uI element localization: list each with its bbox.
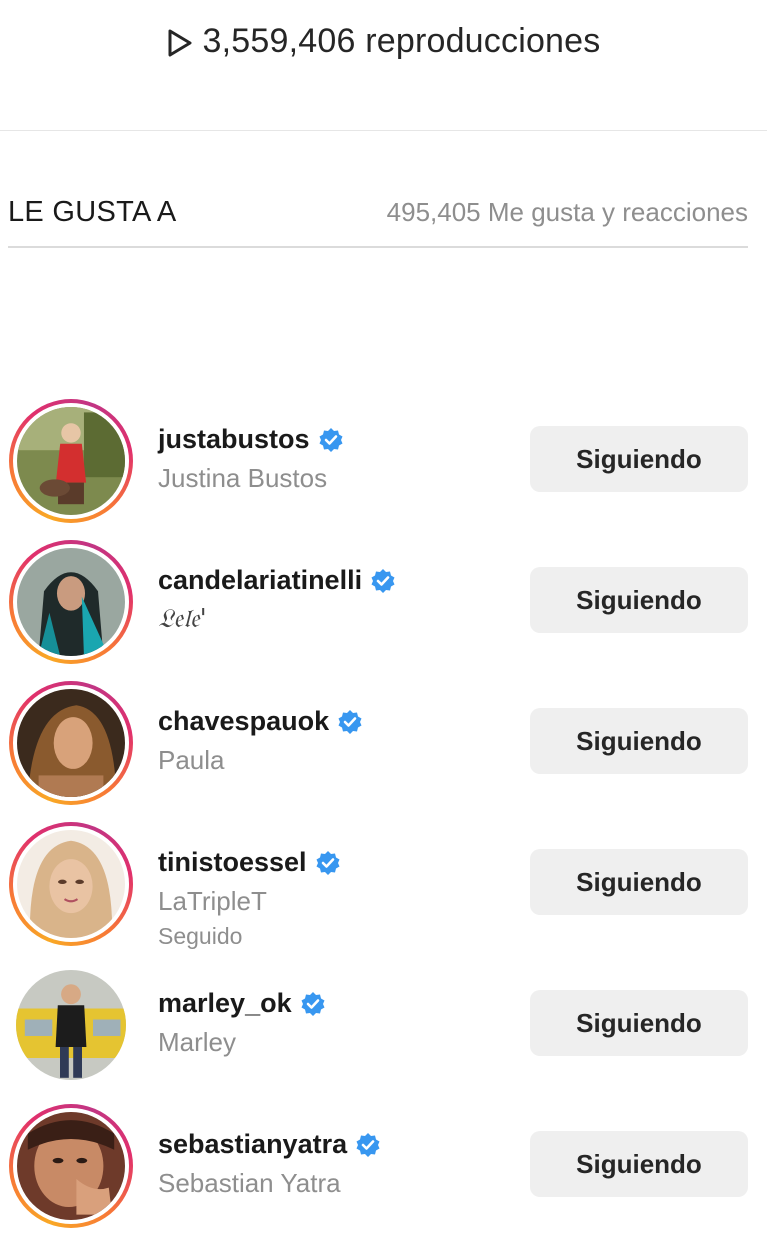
list-item[interactable]: chavespauok Paula Siguiendo bbox=[0, 678, 767, 819]
verified-badge-icon bbox=[319, 427, 343, 452]
list-item[interactable]: tinistoessel LaTripleT Seguido Siguiendo bbox=[0, 819, 767, 960]
avatar bbox=[17, 1112, 125, 1220]
full-name: Justina Bustos bbox=[158, 463, 328, 493]
story-ring[interactable] bbox=[9, 681, 133, 805]
story-ring[interactable] bbox=[9, 822, 133, 946]
likers-list: justabustos Justina Bustos Siguiendo can… bbox=[0, 396, 767, 1242]
divider bbox=[0, 130, 767, 131]
likes-header: LE GUSTA A 495,405 Me gusta y reacciones bbox=[8, 196, 748, 229]
following-button[interactable]: Siguiendo bbox=[530, 849, 748, 915]
plays-count: 3,559,406 reproducciones bbox=[0, 22, 767, 61]
avatar bbox=[16, 970, 126, 1080]
avatar bbox=[17, 830, 125, 938]
full-name: Marley bbox=[158, 1027, 237, 1057]
plays-text: 3,559,406 reproducciones bbox=[202, 22, 601, 60]
username[interactable]: chavespauok bbox=[158, 706, 363, 737]
followed-label: Seguido bbox=[158, 923, 243, 949]
following-button[interactable]: Siguiendo bbox=[530, 426, 748, 492]
likes-title: LE GUSTA A bbox=[8, 196, 177, 228]
following-button[interactable]: Siguiendo bbox=[530, 708, 748, 774]
story-ring[interactable] bbox=[9, 399, 133, 523]
play-outline-icon bbox=[168, 29, 191, 56]
avatar-frame[interactable] bbox=[9, 963, 133, 1087]
verified-badge-icon bbox=[316, 850, 340, 875]
avatar bbox=[17, 548, 125, 656]
following-button[interactable]: Siguiendo bbox=[530, 990, 748, 1056]
story-ring[interactable] bbox=[9, 1104, 133, 1228]
full-name: Paula bbox=[158, 745, 225, 775]
list-item[interactable]: marley_ok Marley Siguiendo bbox=[0, 960, 767, 1101]
full-name: Sebastian Yatra bbox=[158, 1168, 341, 1198]
username[interactable]: sebastianyatra bbox=[158, 1129, 381, 1160]
avatar bbox=[17, 407, 125, 515]
following-button[interactable]: Siguiendo bbox=[530, 1131, 748, 1197]
verified-badge-icon bbox=[371, 568, 395, 593]
verified-badge-icon bbox=[301, 991, 325, 1016]
verified-badge-icon bbox=[356, 1132, 380, 1157]
verified-badge-icon bbox=[338, 709, 362, 734]
list-item[interactable]: candelariatinelli 𝔏𝔢𝔩𝔢' Siguiendo bbox=[0, 537, 767, 678]
full-name: LaTripleT bbox=[158, 886, 267, 916]
list-item[interactable]: justabustos Justina Bustos Siguiendo bbox=[0, 396, 767, 537]
full-name: 𝔏𝔢𝔩𝔢' bbox=[158, 604, 207, 634]
story-ring[interactable] bbox=[9, 540, 133, 664]
username[interactable]: justabustos bbox=[158, 424, 344, 455]
list-item[interactable]: sebastianyatra Sebastian Yatra Siguiendo bbox=[0, 1101, 767, 1242]
username[interactable]: candelariatinelli bbox=[158, 565, 396, 596]
username[interactable]: marley_ok bbox=[158, 988, 326, 1019]
following-button[interactable]: Siguiendo bbox=[530, 567, 748, 633]
likes-count[interactable]: 495,405 Me gusta y reacciones bbox=[387, 197, 748, 228]
header-divider bbox=[8, 246, 748, 248]
avatar bbox=[17, 689, 125, 797]
username[interactable]: tinistoessel bbox=[158, 847, 341, 878]
